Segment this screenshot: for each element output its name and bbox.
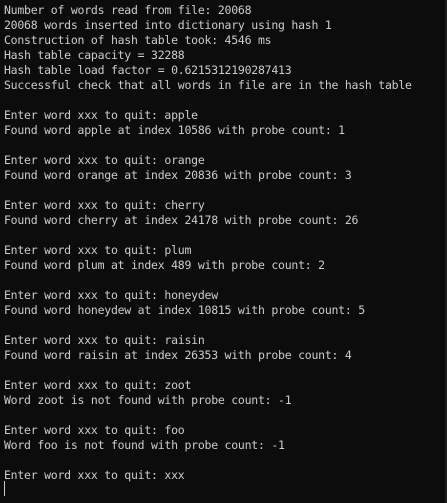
console-line: Hash table load factor = 0.6215312190287… [4, 63, 292, 77]
console-prompt-line: Enter word xxx to quit: apple [4, 108, 198, 122]
console-line: Construction of hash table took: 4546 ms [4, 33, 272, 47]
console-prompt-line: Enter word xxx to quit: orange [4, 153, 205, 167]
console-line: Found word cherry at index 24178 with pr… [4, 213, 359, 227]
console-line: Found word honeydew at index 10815 with … [4, 303, 365, 317]
console-line: Word foo is not found with probe count: … [4, 438, 285, 452]
console-line: Successful check that all words in file … [4, 78, 412, 92]
console-prompt-line: Enter word xxx to quit: cherry [4, 198, 205, 212]
console-line: Found word orange at index 20836 with pr… [4, 168, 352, 182]
console-prompt-line: Enter word xxx to quit: plum [4, 243, 192, 257]
console-line: Found word apple at index 10586 with pro… [4, 123, 345, 137]
console-line: Found word raisin at index 26353 with pr… [4, 348, 352, 362]
console-prompt-line: Enter word xxx to quit: foo [4, 423, 185, 437]
console-line: Found word plum at index 489 with probe … [4, 258, 325, 272]
console-prompt-line: Enter word xxx to quit: honeydew [4, 288, 218, 302]
console-output[interactable]: Number of words read from file: 20068 20… [0, 0, 447, 503]
console-prompt-line: Enter word xxx to quit: xxx [4, 468, 185, 482]
console-prompt-line: Enter word xxx to quit: raisin [4, 333, 205, 347]
console-line: Hash table capacity = 32288 [4, 48, 185, 62]
console-prompt-line: Enter word xxx to quit: zoot [4, 378, 192, 392]
console-line: Word zoot is not found with probe count:… [4, 393, 292, 407]
console-line: 20068 words inserted into dictionary usi… [4, 18, 332, 32]
text-cursor [4, 481, 5, 496]
console-line: Number of words read from file: 20068 [4, 3, 252, 17]
